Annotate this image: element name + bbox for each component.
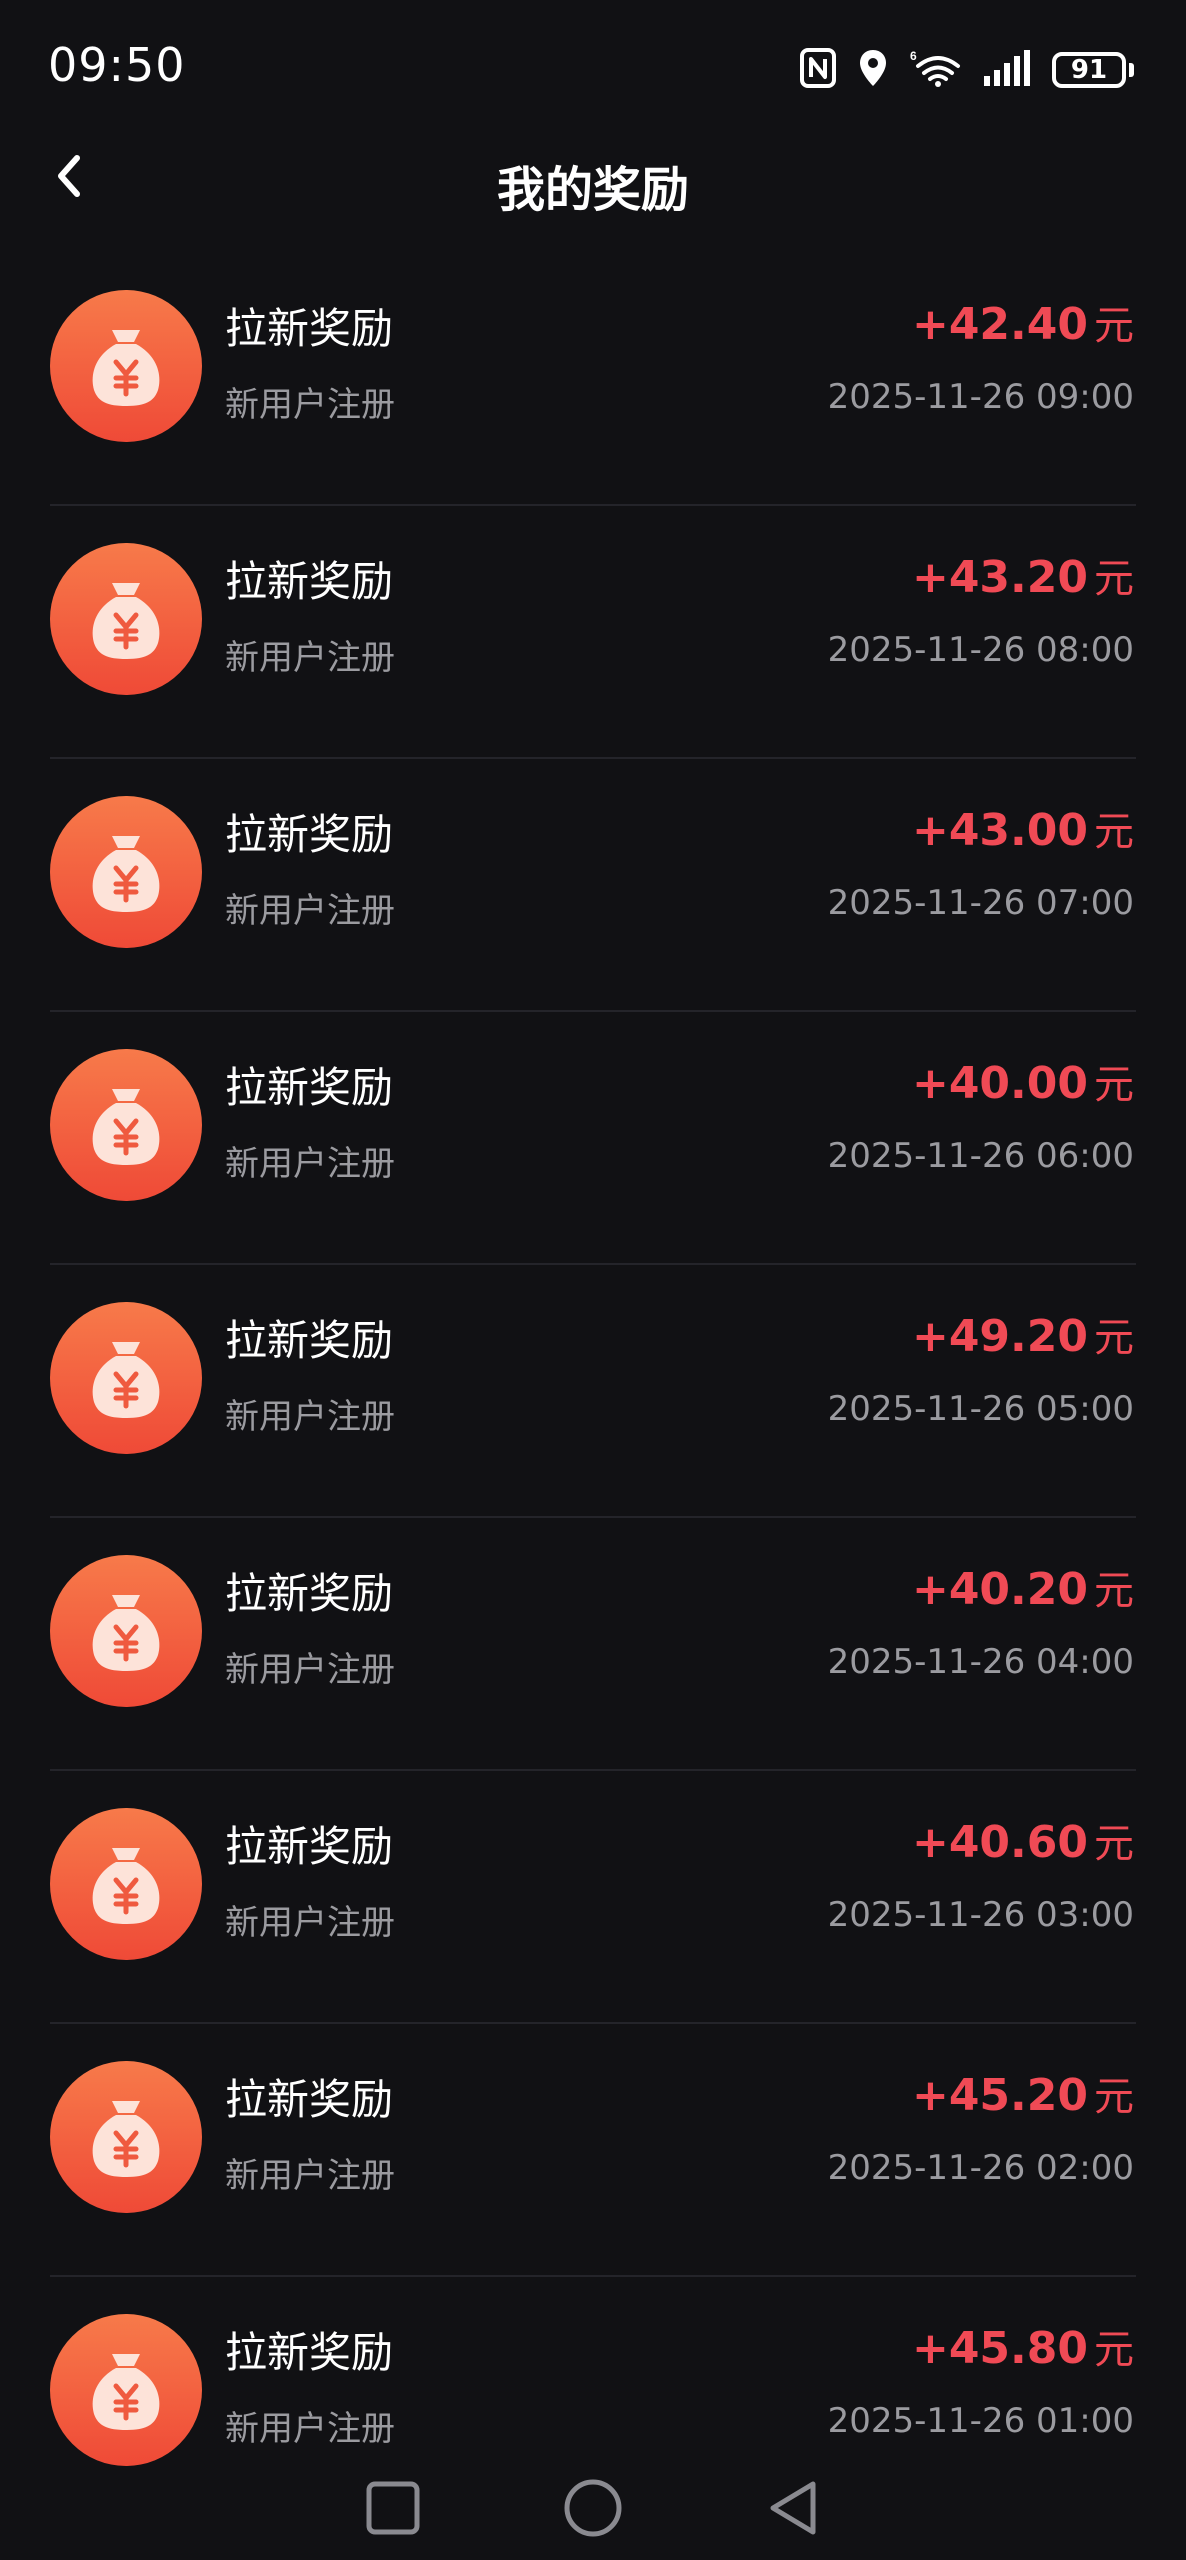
reward-subtitle: 新用户注册 [225,1397,395,1437]
reward-amount: +45.80 元 [912,2317,1134,2375]
reward-amount-unit: 元 [1094,556,1134,602]
reward-subtitle: 新用户注册 [225,1650,395,1690]
reward-title: 拉新奖励 [225,810,394,859]
wifi-icon: 6 [910,48,962,92]
reward-list-item[interactable]: 拉新奖励 新用户注册 +42.40 元 2025-11-26 09:00 [0,253,1186,506]
reward-list-item[interactable]: 拉新奖励 新用户注册 +43.20 元 2025-11-26 08:00 [0,506,1186,759]
status-time: 09:50 [48,38,186,92]
reward-amount-unit: 元 [1094,1821,1134,1867]
reward-title: 拉新奖励 [225,557,394,606]
signal-icon [984,50,1030,90]
recent-apps-icon [365,2480,421,2540]
reward-amount-value: +42.40 [911,299,1088,350]
reward-time: 2025-11-26 04:00 [827,1642,1134,1682]
reward-amount: +40.20 元 [912,1558,1134,1616]
reward-subtitle: 新用户注册 [225,385,395,425]
home-button[interactable] [558,2475,628,2545]
reward-amount: +45.20 元 [912,2064,1134,2122]
money-bag-icon [50,543,202,695]
reward-amount-value: +40.00 [911,1058,1088,1109]
reward-time: 2025-11-26 09:00 [827,377,1134,417]
money-bag-icon [50,1049,202,1201]
reward-amount-unit: 元 [1094,1568,1134,1614]
reward-amount-unit: 元 [1094,2327,1134,2373]
reward-amount-unit: 元 [1094,2074,1134,2120]
reward-subtitle: 新用户注册 [225,1144,395,1184]
reward-list-item[interactable]: 拉新奖励 新用户注册 +40.20 元 2025-11-26 04:00 [0,1518,1186,1771]
money-bag-icon [50,796,202,948]
reward-list-item[interactable]: 拉新奖励 新用户注册 +45.20 元 2025-11-26 02:00 [0,2024,1186,2277]
money-bag-icon [50,1555,202,1707]
reward-amount: +42.40 元 [912,293,1134,351]
reward-list-item[interactable]: 拉新奖励 新用户注册 +43.00 元 2025-11-26 07:00 [0,759,1186,1012]
reward-amount-value: +43.00 [911,805,1088,856]
location-icon [858,48,888,92]
reward-list: 拉新奖励 新用户注册 +42.40 元 2025-11-26 09:00 拉新奖励… [0,253,1186,2530]
reward-amount-unit: 元 [1094,809,1134,855]
reward-amount-unit: 元 [1094,1062,1134,1108]
status-icons: 6 91 [800,46,1134,94]
reward-amount-value: +45.20 [911,2070,1088,2121]
reward-time: 2025-11-26 02:00 [827,2148,1134,2188]
reward-amount-value: +40.20 [911,1564,1088,1615]
reward-amount-value: +45.80 [911,2323,1088,2374]
recent-apps-button[interactable] [358,2475,428,2545]
reward-title: 拉新奖励 [225,2075,394,2124]
battery-icon: 91 [1052,52,1134,88]
money-bag-icon [50,2314,202,2466]
money-bag-icon [50,2061,202,2213]
reward-time: 2025-11-26 07:00 [827,883,1134,923]
reward-amount: +43.00 元 [912,799,1134,857]
reward-amount: +40.00 元 [912,1052,1134,1110]
back-nav-button[interactable] [758,2475,828,2545]
reward-time: 2025-11-26 03:00 [827,1895,1134,1935]
money-bag-icon [50,1808,202,1960]
reward-title: 拉新奖励 [225,1822,394,1871]
reward-amount-value: +49.20 [911,1311,1088,1362]
status-bar: 09:50 6 91 [0,0,1186,140]
money-bag-icon [50,1302,202,1454]
svg-text:6: 6 [910,49,917,63]
reward-subtitle: 新用户注册 [225,1903,395,1943]
back-triangle-icon [765,2478,821,2542]
reward-title: 拉新奖励 [225,1569,394,1618]
reward-amount: +40.60 元 [912,1811,1134,1869]
battery-level: 91 [1052,52,1126,88]
reward-amount-unit: 元 [1094,1315,1134,1361]
reward-time: 2025-11-26 01:00 [827,2401,1134,2441]
reward-time: 2025-11-26 06:00 [827,1136,1134,1176]
reward-title: 拉新奖励 [225,2328,394,2377]
reward-subtitle: 新用户注册 [225,2409,395,2449]
reward-list-item[interactable]: 拉新奖励 新用户注册 +49.20 元 2025-11-26 05:00 [0,1265,1186,1518]
navigation-bar [0,2460,1186,2560]
page-title: 我的奖励 [496,162,689,218]
reward-subtitle: 新用户注册 [225,2156,395,2196]
reward-amount: +43.20 元 [912,546,1134,604]
home-icon [563,2478,623,2542]
header: 我的奖励 [0,140,1186,220]
reward-amount-value: +40.60 [911,1817,1088,1868]
reward-list-item[interactable]: 拉新奖励 新用户注册 +40.00 元 2025-11-26 06:00 [0,1012,1186,1265]
reward-list-item[interactable]: 拉新奖励 新用户注册 +40.60 元 2025-11-26 03:00 [0,1771,1186,2024]
reward-time: 2025-11-26 05:00 [827,1389,1134,1429]
nfc-icon [800,48,836,92]
reward-amount-unit: 元 [1094,303,1134,349]
reward-title: 拉新奖励 [225,304,394,353]
reward-title: 拉新奖励 [225,1063,394,1112]
reward-subtitle: 新用户注册 [225,638,395,678]
reward-time: 2025-11-26 08:00 [827,630,1134,670]
reward-title: 拉新奖励 [225,1316,394,1365]
reward-amount-value: +43.20 [911,552,1088,603]
reward-subtitle: 新用户注册 [225,891,395,931]
money-bag-icon [50,290,202,442]
reward-amount: +49.20 元 [912,1305,1134,1363]
